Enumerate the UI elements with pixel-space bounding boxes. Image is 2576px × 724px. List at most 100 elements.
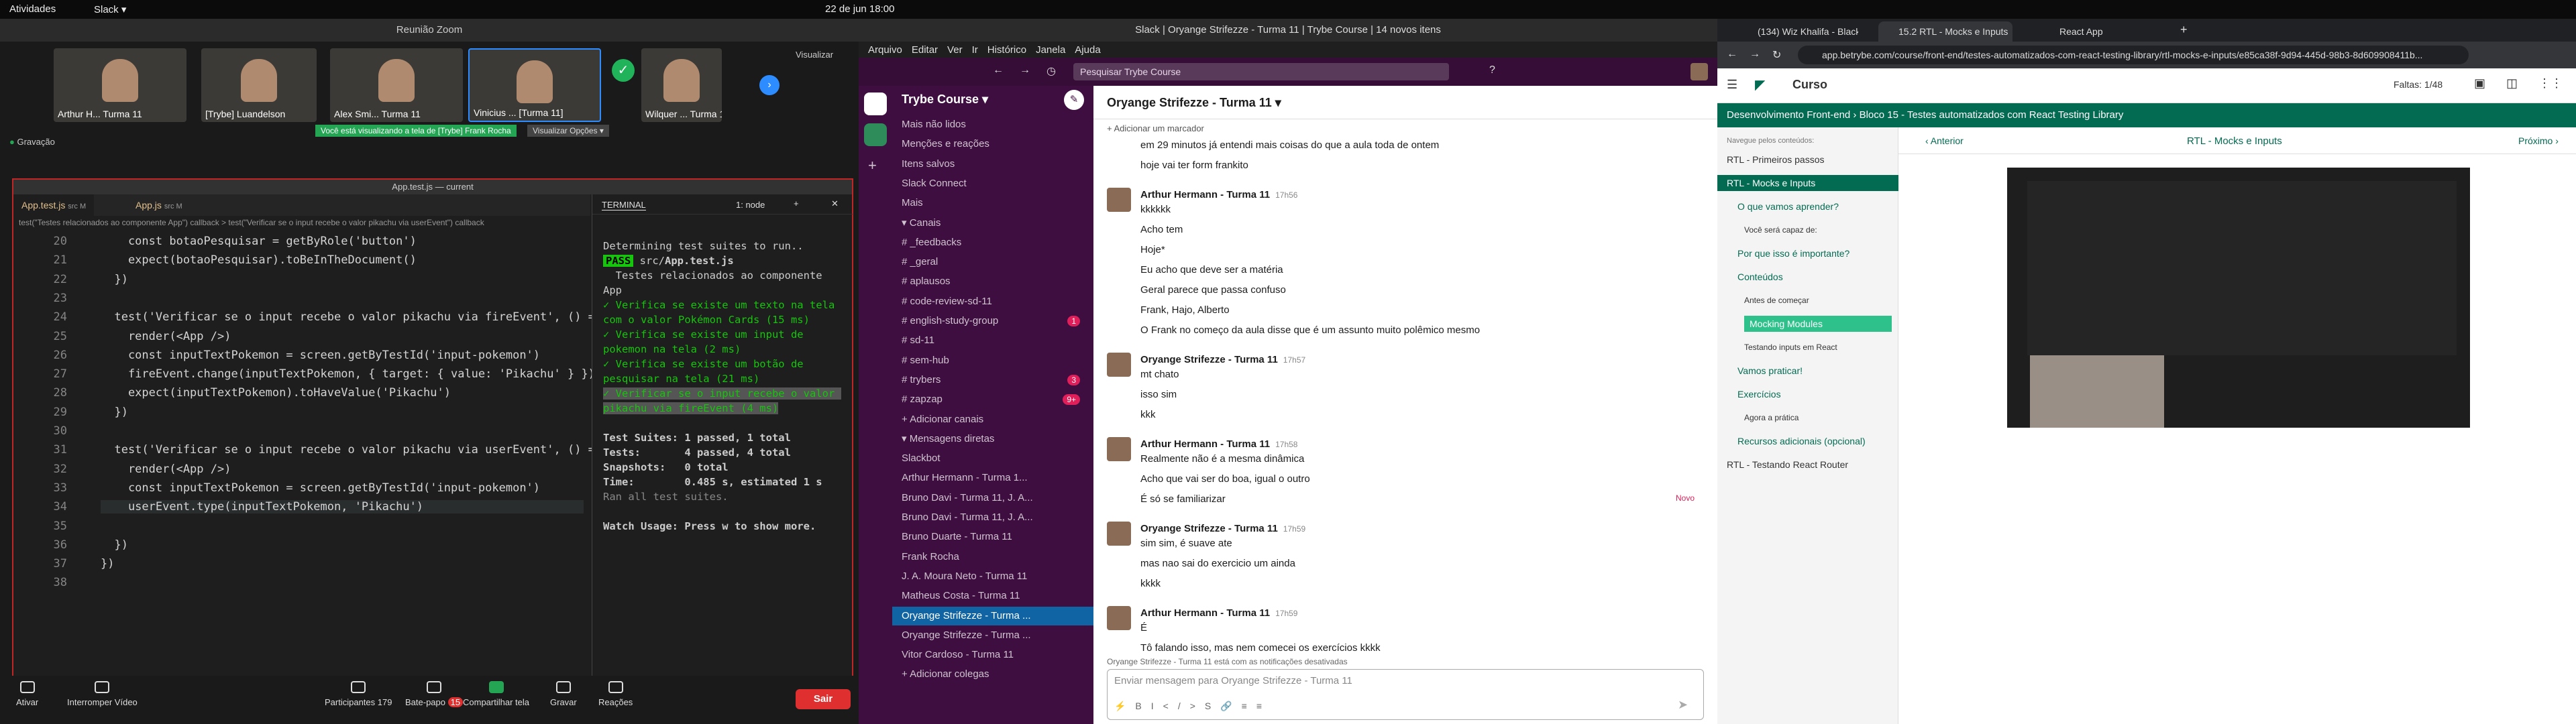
workspace-icon[interactable] xyxy=(864,93,887,115)
terminal-panel[interactable]: TERMINAL 1: node + ✕ Determining test su… xyxy=(592,194,853,701)
sidebar-item[interactable]: Bruno Davi - Turma 11, J. A... xyxy=(902,508,1089,527)
tab-terminal[interactable]: TERMINAL xyxy=(602,200,646,210)
sidebar-item[interactable]: + Adicionar canais xyxy=(902,410,1089,429)
message-author[interactable]: Oryange Strifezze - Turma 11 17h59 xyxy=(1140,519,1305,539)
menu-item[interactable]: Editar xyxy=(912,44,938,56)
participant-tile[interactable]: Wilquer ... Turma 11 xyxy=(641,48,722,122)
code-line[interactable]: }) xyxy=(101,406,127,419)
code-line[interactable]: }) xyxy=(101,557,114,570)
message-input[interactable]: Enviar mensagem para Oryange Strifezze -… xyxy=(1114,675,1352,686)
message-author[interactable]: Arthur Hermann - Turma 11 17h59 xyxy=(1140,603,1297,623)
message-time[interactable]: 17h57 xyxy=(1283,355,1305,365)
sidebar-item[interactable]: # aplausos xyxy=(902,272,1089,291)
view-options-button[interactable]: Visualizar Opções ▾ xyxy=(527,125,609,137)
avatar[interactable] xyxy=(1107,606,1131,630)
participant-tile[interactable]: Arthur H... Turma 11 xyxy=(54,48,186,122)
avatar[interactable] xyxy=(1107,353,1131,377)
menu-item[interactable]: Ver xyxy=(947,44,963,56)
lesson-video[interactable] xyxy=(2007,168,2470,428)
sidebar-item[interactable]: Arthur Hermann - Turma 1... xyxy=(902,469,1089,487)
message-group[interactable]: Oryange Strifezze - Turma 11 17h57 xyxy=(1107,350,1704,377)
terminal-shell-select[interactable]: 1: node xyxy=(736,200,765,210)
channel-header[interactable]: Oryange Strifezze - Turma 11 ▾ xyxy=(1093,86,1717,119)
lesson-item[interactable]: Antes de começar xyxy=(1744,292,1912,308)
code-line[interactable]: const botaoPesquisar = getByRole('button… xyxy=(101,235,417,248)
tab-app-test[interactable]: App.test.js src M xyxy=(13,194,95,216)
sidebar-item[interactable]: # zapzap 9+ xyxy=(902,390,1089,409)
trybe-logo-icon[interactable]: ◤ xyxy=(1755,76,1765,93)
forward-icon[interactable]: → xyxy=(1020,64,1030,76)
sidebar-item[interactable]: Itens salvos xyxy=(902,155,1089,174)
back-icon[interactable]: ← xyxy=(1727,48,1737,60)
sidebar-item[interactable]: Bruno Duarte - Turma 11 xyxy=(902,528,1089,546)
menu-icon[interactable]: ☰ xyxy=(1727,78,1737,92)
lesson-item[interactable]: Recursos adicionais (opcional) xyxy=(1737,433,1905,449)
sidebar-item[interactable]: Bruno Davi - Turma 11, J. A... xyxy=(902,489,1089,507)
sidebar-item[interactable]: # sem-hub xyxy=(902,351,1089,370)
message-group[interactable]: Arthur Hermann - Turma 11 17h58 xyxy=(1107,434,1704,461)
sidebar-item[interactable]: # sd-11 xyxy=(902,331,1089,350)
menu-item[interactable]: Histórico xyxy=(987,44,1026,56)
lesson-item[interactable]: Mocking Modules xyxy=(1744,316,1892,332)
compose-icon[interactable]: ✎ xyxy=(1064,90,1084,110)
sidebar-item[interactable]: # trybers 3 xyxy=(902,371,1089,389)
code-line[interactable]: render(<App />) xyxy=(101,330,231,343)
record-button[interactable]: Gravar xyxy=(550,681,577,707)
formatting-toolbar[interactable]: ⚡BI</>S🔗≡≡ xyxy=(1114,701,1271,712)
sidebar-item[interactable]: Matheus Costa - Turma 11 xyxy=(902,587,1089,605)
code-line[interactable]: fireEvent.change(inputTextPokemon, { tar… xyxy=(101,367,595,381)
add-workspace-icon[interactable]: + xyxy=(868,157,877,174)
participants-button[interactable]: Participantes 179 xyxy=(325,681,392,707)
avatar[interactable] xyxy=(1107,188,1131,212)
course-link[interactable]: Curso xyxy=(1792,78,1827,92)
clock[interactable]: 22 de jun 18:00 xyxy=(825,3,894,15)
url-input[interactable]: app.betrybe.com/course/front-end/testes-… xyxy=(1798,46,2469,64)
menu-item[interactable]: Ir xyxy=(972,44,978,56)
help-icon[interactable]: ? xyxy=(1489,64,1495,76)
forward-icon[interactable]: → xyxy=(1750,48,1760,60)
message-group[interactable]: Oryange Strifezze - Turma 11 17h59 xyxy=(1107,519,1704,546)
leave-button[interactable]: Sair xyxy=(796,689,851,709)
tab-app[interactable]: App.js src M xyxy=(127,194,191,216)
lesson-item[interactable]: RTL - Primeiros passos xyxy=(1727,152,1894,168)
reload-icon[interactable]: ↻ xyxy=(1772,48,1781,62)
next-link[interactable]: Próximo › xyxy=(2518,135,2559,146)
lesson-item[interactable]: Exercícios xyxy=(1737,386,1905,402)
code-line[interactable]: test('Verificar se o input recebe o valo… xyxy=(101,310,615,324)
workspace-icon[interactable] xyxy=(864,123,887,146)
history-icon[interactable]: ◷ xyxy=(1046,64,1056,78)
menu-item[interactable]: Janela xyxy=(1036,44,1065,56)
code-line[interactable]: render(<App />) xyxy=(101,463,231,476)
prev-link[interactable]: ‹ Anterior xyxy=(1925,135,1964,146)
menu-item[interactable]: Ajuda xyxy=(1075,44,1100,56)
sidebar-item[interactable]: # _geral xyxy=(902,253,1089,272)
breadcrumb[interactable]: test("Testes relacionados ao componente … xyxy=(13,216,590,229)
lesson-item[interactable]: Agora a prática xyxy=(1744,410,1912,426)
lesson-item[interactable]: Por que isso é importante? xyxy=(1737,245,1905,261)
avatar[interactable] xyxy=(1690,63,1708,80)
slack-search-input[interactable]: Pesquisar Trybe Course xyxy=(1073,63,1449,80)
avatar[interactable] xyxy=(1107,522,1131,546)
sidebar-item[interactable]: Slackbot xyxy=(902,449,1089,468)
workspace-name[interactable]: Trybe Course ▾ xyxy=(902,93,988,107)
code-line[interactable]: test('Verificar se o input recebe o valo… xyxy=(101,443,615,457)
new-tab-icon[interactable]: + xyxy=(2180,23,2188,37)
code-line[interactable]: }) xyxy=(101,538,127,552)
sidebar-item[interactable]: Vitor Cardoso - Turma 11 xyxy=(902,646,1089,664)
participant-tile[interactable]: Alex Smi... Turma 11 xyxy=(330,48,463,122)
calendar-icon[interactable]: ▣ xyxy=(2474,76,2485,90)
sidebar-item[interactable]: # code-review-sd-11 xyxy=(902,292,1089,311)
code-line[interactable]: expect(inputTextPokemon).toHaveValue('Pi… xyxy=(101,386,451,400)
avatar[interactable] xyxy=(1107,437,1131,461)
message-author[interactable]: Arthur Hermann - Turma 11 17h58 xyxy=(1140,434,1297,455)
sidebar-item[interactable]: + Adicionar colegas xyxy=(902,665,1089,684)
lesson-item[interactable]: Você será capaz de: xyxy=(1744,222,1912,238)
message-author[interactable]: Oryange Strifezze - Turma 11 17h57 xyxy=(1140,350,1305,370)
sidebar-item[interactable]: Menções e reações xyxy=(902,135,1089,154)
code-line[interactable]: userEvent.type(inputTextPokemon, 'Pikach… xyxy=(101,500,584,514)
lesson-item[interactable]: Testando inputs em React xyxy=(1744,339,1912,355)
code-line[interactable]: const inputTextPokemon = screen.getByTes… xyxy=(101,481,540,495)
add-terminal-icon[interactable]: + xyxy=(794,198,799,208)
sidebar-item[interactable]: Frank Rocha xyxy=(902,548,1089,566)
message-author[interactable]: Arthur Hermann - Turma 11 17h56 xyxy=(1140,185,1297,205)
